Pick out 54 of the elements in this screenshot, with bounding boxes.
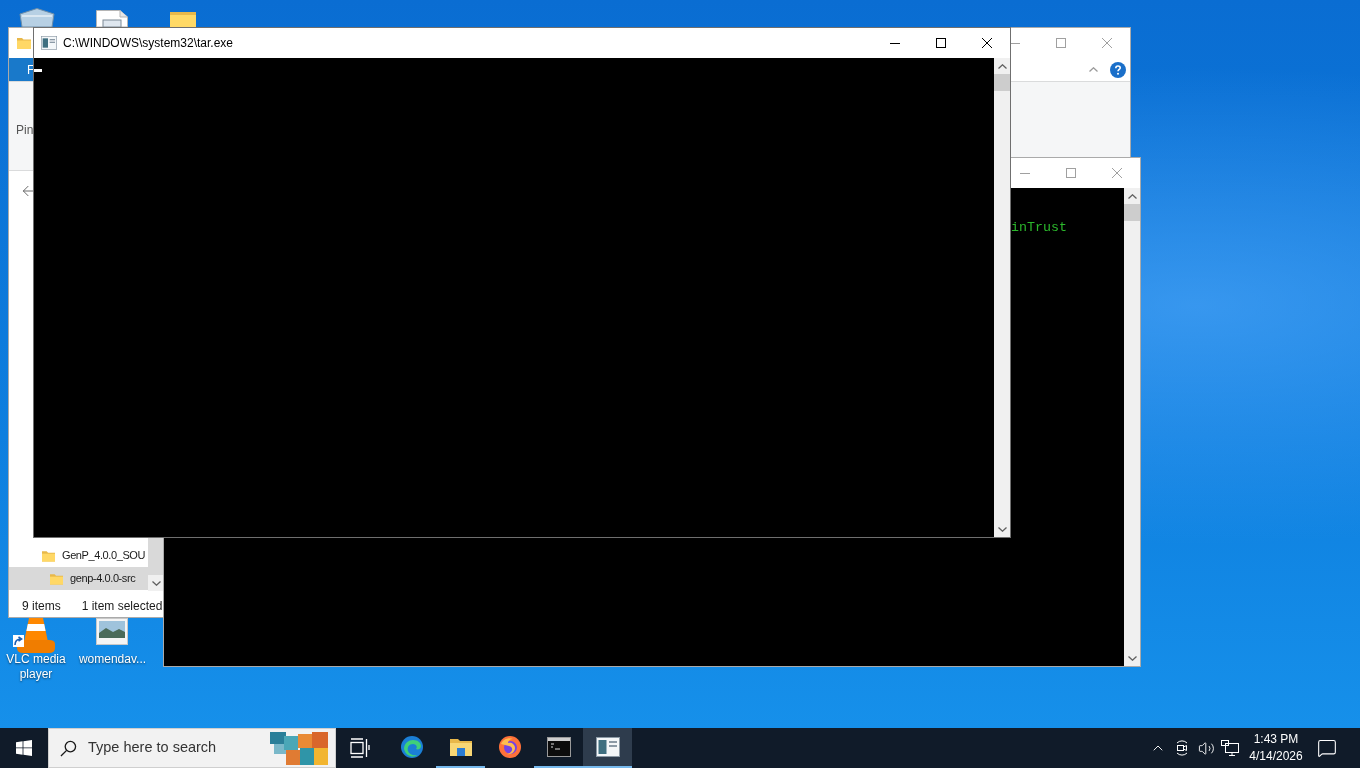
folder-icon bbox=[448, 737, 473, 757]
notification-icon bbox=[1317, 738, 1337, 758]
chevron-down-icon bbox=[997, 526, 1007, 532]
browser-icon bbox=[399, 735, 424, 759]
chevron-down-icon bbox=[1127, 655, 1137, 661]
window-icon bbox=[595, 737, 620, 757]
maximize-icon bbox=[1066, 168, 1076, 178]
image-file-icon[interactable] bbox=[96, 618, 128, 645]
back-arrow-icon[interactable] bbox=[20, 183, 36, 199]
tree-item[interactable]: GenP_4.0.0_SOU bbox=[9, 544, 148, 567]
terminal-icon bbox=[546, 737, 571, 757]
network-icon bbox=[1221, 740, 1239, 756]
folder-icon bbox=[42, 549, 55, 562]
tree-item[interactable]: genp-4.0.0-src bbox=[9, 567, 148, 590]
recycle-bin-icon[interactable] bbox=[18, 8, 56, 27]
fox-globe-icon bbox=[497, 735, 522, 759]
minimize-icon bbox=[890, 42, 900, 44]
ribbon-button[interactable]: Pin bbox=[16, 123, 34, 137]
help-icon[interactable] bbox=[1110, 61, 1126, 78]
vertical-scrollbar[interactable] bbox=[994, 58, 1010, 537]
scrollbar-thumb[interactable] bbox=[994, 74, 1010, 91]
speaker-icon bbox=[1197, 739, 1215, 757]
minimize-icon bbox=[1010, 42, 1020, 44]
folder-icon bbox=[50, 572, 63, 585]
taskbar-app-button[interactable] bbox=[583, 728, 632, 768]
search-icon bbox=[60, 739, 77, 757]
scrollbar-thumb[interactable] bbox=[148, 537, 164, 575]
scrollbar-thumb[interactable] bbox=[1124, 204, 1140, 221]
console-text: inTrust bbox=[1011, 220, 1068, 236]
vertical-scrollbar[interactable] bbox=[148, 537, 164, 591]
vertical-scrollbar[interactable] bbox=[1124, 188, 1140, 666]
video-camera-icon bbox=[1174, 740, 1190, 756]
task-view-icon bbox=[350, 738, 370, 758]
chevron-down-icon bbox=[151, 580, 161, 586]
document-icon[interactable] bbox=[96, 10, 128, 27]
desktop-icon-label[interactable]: womendav... bbox=[75, 652, 150, 667]
search-input[interactable]: Type here to search bbox=[88, 737, 258, 759]
maximize-icon bbox=[1056, 38, 1066, 48]
maximize-icon bbox=[936, 38, 946, 48]
traffic-cone-icon[interactable] bbox=[15, 618, 57, 654]
collapse-ribbon-icon bbox=[1089, 67, 1098, 72]
desktop-icon-label[interactable]: VLC media player bbox=[4, 652, 68, 682]
minimize-icon bbox=[1020, 172, 1030, 174]
windows-logo-icon bbox=[16, 740, 32, 756]
clock-button[interactable]: 1:43 PM 4/14/2026 bbox=[1242, 728, 1310, 768]
puzzle-pieces-icon bbox=[268, 730, 330, 766]
chevron-up-icon bbox=[1127, 193, 1137, 199]
window-icon bbox=[41, 36, 57, 50]
search-bar[interactable]: Type here to search bbox=[48, 728, 336, 768]
window-title: C:\WINDOWS\system32\tar.exe bbox=[63, 35, 234, 52]
chevron-up-icon bbox=[997, 63, 1007, 69]
folder-icon bbox=[17, 37, 31, 49]
status-text: 9 items bbox=[22, 598, 61, 615]
status-text: 1 item selected bbox=[81, 598, 163, 615]
